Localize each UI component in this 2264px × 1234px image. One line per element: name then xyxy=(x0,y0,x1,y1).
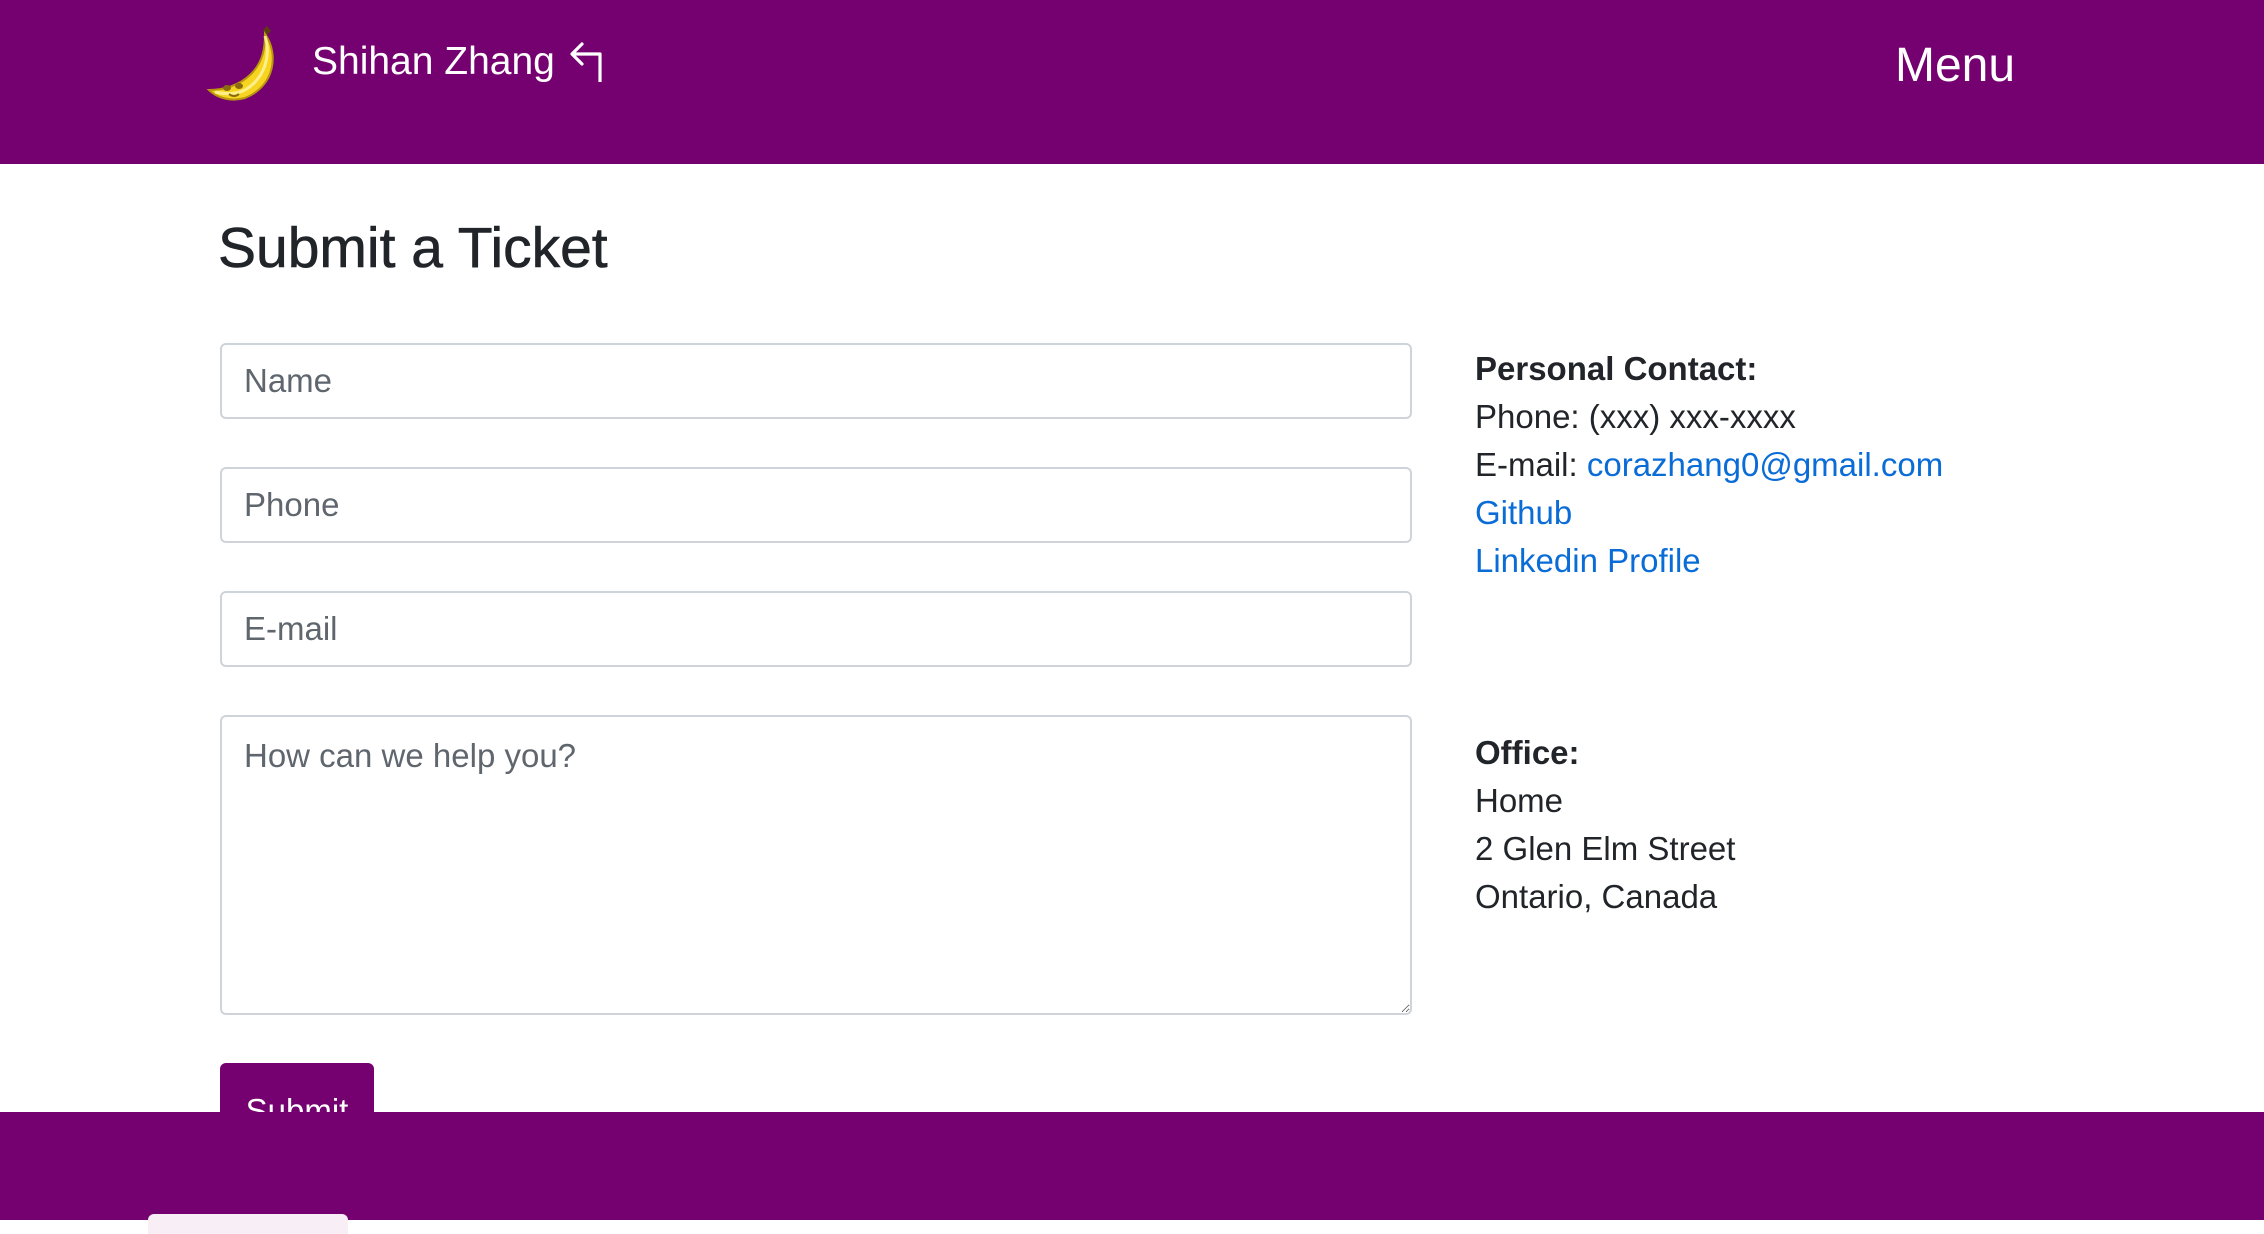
menu-button[interactable]: Menu xyxy=(1895,38,2015,94)
phone-label: Phone: xyxy=(1475,398,1580,435)
email-input[interactable] xyxy=(220,591,1412,667)
email-line: E-mail: corazhang0@gmail.com xyxy=(1475,441,1943,489)
personal-contact-heading: Personal Contact: xyxy=(1475,350,1758,387)
email-link[interactable]: corazhang0@gmail.com xyxy=(1587,446,1943,483)
footer-bar xyxy=(0,1112,2264,1234)
office-heading: Office: xyxy=(1475,734,1580,771)
return-arrow-icon[interactable] xyxy=(562,40,608,86)
banana-icon[interactable] xyxy=(205,24,283,104)
page-title: Submit a Ticket xyxy=(218,216,608,281)
office-line-2: 2 Glen Elm Street xyxy=(1475,830,1736,867)
github-link[interactable]: Github xyxy=(1475,489,1943,537)
office-line-1: Home xyxy=(1475,782,1564,819)
brand-name[interactable]: Shihan Zhang xyxy=(312,38,555,86)
phone-line: Phone: (xxx) xxx-xxxx xyxy=(1475,393,1943,441)
personal-contact-section: Personal Contact: Phone: (xxx) xxx-xxxx … xyxy=(1475,345,1943,585)
office-line-3: Ontario, Canada xyxy=(1475,878,1718,915)
message-textarea[interactable] xyxy=(220,715,1412,1015)
office-section: Office: Home 2 Glen Elm Street Ontario, … xyxy=(1475,729,1735,921)
email-label: E-mail: xyxy=(1475,446,1578,483)
name-input[interactable] xyxy=(220,343,1412,419)
footer-tab[interactable] xyxy=(148,1214,348,1234)
phone-value: (xxx) xxx-xxxx xyxy=(1588,398,1796,435)
top-navbar: Shihan Zhang Menu xyxy=(0,0,2264,164)
linkedin-link[interactable]: Linkedin Profile xyxy=(1475,537,1943,585)
phone-input[interactable] xyxy=(220,467,1412,543)
